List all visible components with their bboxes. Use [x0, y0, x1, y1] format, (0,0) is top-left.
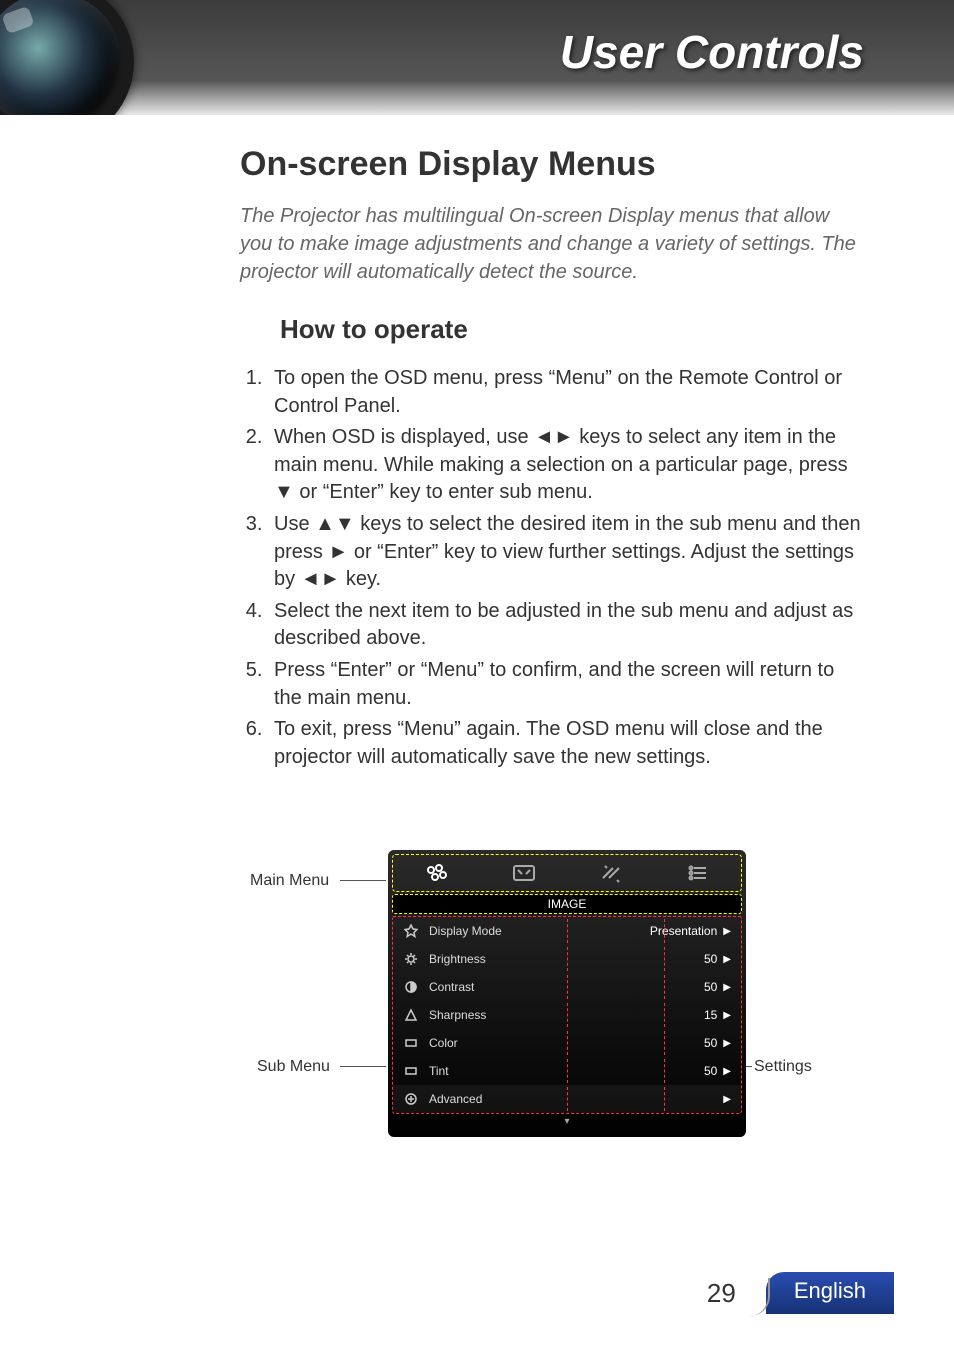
osd-row-value: 50: [704, 1036, 717, 1050]
step-item: Use ▲▼ keys to select the desired item i…: [268, 511, 864, 594]
steps-list: To open the OSD menu, press “Menu” on th…: [240, 365, 864, 771]
osd-row: Advanced ▶: [393, 1085, 741, 1113]
plus-icon: [403, 1091, 419, 1107]
osd-row: Display Mode Presentation ▶: [393, 916, 741, 945]
tools-icon: [591, 859, 631, 887]
chevron-right-icon: ▶: [723, 926, 731, 937]
gear-icon: [403, 951, 419, 967]
chevron-right-icon: ▶: [723, 954, 731, 965]
chevron-right-icon: ▶: [723, 1038, 731, 1049]
section-title: On-screen Display Menus: [240, 145, 864, 184]
osd-row-value: 50: [704, 1064, 717, 1078]
step-item: Select the next item to be adjusted in t…: [268, 598, 864, 653]
label-line: [340, 880, 386, 881]
language-tab: English: [766, 1272, 894, 1314]
label-line: [340, 1066, 386, 1067]
page-footer: 29 English: [707, 1272, 894, 1314]
osd-row-value: 15: [704, 1008, 717, 1022]
chevron-right-icon: ▶: [723, 982, 731, 993]
howto-title: How to operate: [280, 314, 864, 345]
step-item: Press “Enter” or “Menu” to confirm, and …: [268, 657, 864, 712]
osd-row: Tint 50 ▶: [393, 1057, 741, 1085]
osd-row-label: Advanced: [429, 1092, 717, 1106]
osd-row-value: Presentation: [650, 924, 717, 938]
screen-icon: [504, 859, 544, 887]
lens-graphic: [0, 0, 134, 115]
label-sub-menu: Sub Menu: [257, 1058, 330, 1076]
star-icon: [403, 923, 419, 939]
contrast-icon: [403, 979, 419, 995]
header-band: User Controls: [0, 0, 954, 115]
osd-row-value: 50: [704, 980, 717, 994]
header-title: User Controls: [560, 25, 864, 79]
osd-list: Display Mode Presentation ▶ Brightness 5…: [392, 916, 742, 1114]
label-settings: Settings: [754, 1058, 812, 1076]
osd-panel: IMAGE Display Mode Presentation ▶ Bright…: [388, 850, 746, 1137]
osd-tabs: [392, 854, 742, 892]
intro-text: The Projector has multilingual On-screen…: [240, 202, 864, 286]
page-number: 29: [707, 1278, 736, 1309]
step-item: To exit, press “Menu” again. The OSD men…: [268, 716, 864, 771]
osd-row: Sharpness 15 ▶: [393, 1001, 741, 1029]
osd-row-value: 50: [704, 952, 717, 966]
osd-footer-arrow: ▾: [392, 1114, 742, 1127]
delta-icon: [403, 1007, 419, 1023]
content: On-screen Display Menus The Projector ha…: [0, 115, 954, 771]
osd-row: Brightness 50 ▶: [393, 945, 741, 973]
chevron-right-icon: ▶: [723, 1010, 731, 1021]
rect-icon: [403, 1035, 419, 1051]
osd-row: Color 50 ▶: [393, 1029, 741, 1057]
chevron-right-icon: ▶: [723, 1066, 731, 1077]
osd-row-label: Display Mode: [429, 924, 650, 938]
label-main-menu: Main Menu: [250, 872, 329, 890]
chevron-right-icon: ▶: [723, 1094, 731, 1105]
palette-icon: [417, 859, 457, 887]
osd-title: IMAGE: [392, 894, 742, 914]
osd-row: Contrast 50 ▶: [393, 973, 741, 1001]
options-icon: [678, 859, 718, 887]
rect-icon: [403, 1063, 419, 1079]
step-item: To open the OSD menu, press “Menu” on th…: [268, 365, 864, 420]
step-item: When OSD is displayed, use ◄► keys to se…: [268, 424, 864, 507]
